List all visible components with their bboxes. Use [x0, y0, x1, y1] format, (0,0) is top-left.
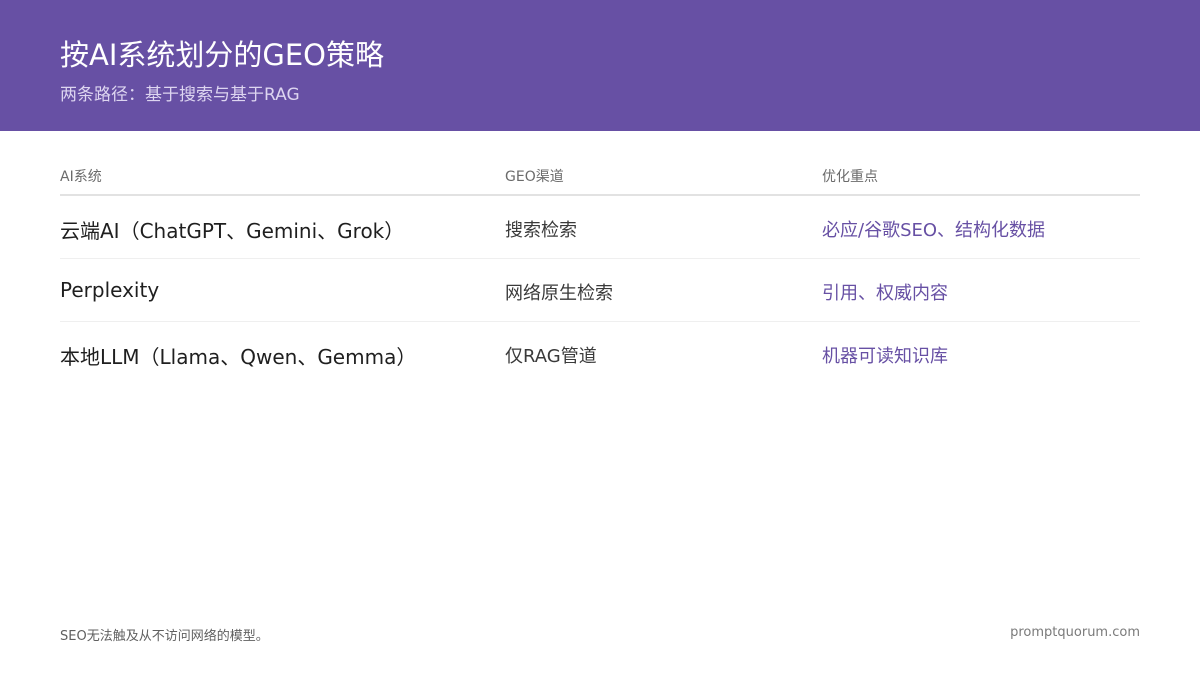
cell-geo-channel: 搜索检索 — [505, 220, 577, 241]
cell-ai-system: 云端AI（ChatGPT、Gemini、Grok） — [60, 219, 405, 243]
column-header-focus: 优化重点 — [822, 169, 878, 185]
cell-focus: 引用、权威内容 — [822, 283, 948, 304]
column-header-ai-system: AI系统 — [60, 169, 102, 185]
slide: 按AI系统划分的GEO策略 两条路径：基于搜索与基于RAG AI系统 GEO渠道… — [0, 0, 1200, 675]
cell-geo-channel: 仅RAG管道 — [505, 346, 597, 367]
cell-ai-system: 本地LLM（Llama、Qwen、Gemma） — [60, 345, 417, 369]
cell-ai-system: Perplexity — [60, 278, 160, 302]
cell-geo-channel: 网络原生检索 — [505, 283, 613, 304]
cell-focus: 必应/谷歌SEO、结构化数据 — [822, 220, 1046, 241]
footer-note: SEO无法触及从不访问网络的模型。 — [60, 629, 269, 644]
strategy-table: AI系统 GEO渠道 优化重点 云端AI（ChatGPT、Gemini、Grok… — [60, 158, 1140, 385]
page-subtitle: 两条路径：基于搜索与基于RAG — [60, 85, 300, 105]
table-row: Perplexity 网络原生检索 引用、权威内容 — [60, 259, 1140, 322]
header-banner: 按AI系统划分的GEO策略 两条路径：基于搜索与基于RAG — [0, 0, 1200, 131]
footer-brand: promptquorum.com — [1010, 625, 1140, 640]
table-header: AI系统 GEO渠道 优化重点 — [60, 158, 1140, 196]
column-header-geo-channel: GEO渠道 — [505, 169, 564, 185]
page-title: 按AI系统划分的GEO策略 — [60, 38, 385, 72]
table-row: 云端AI（ChatGPT、Gemini、Grok） 搜索检索 必应/谷歌SEO、… — [60, 196, 1140, 259]
cell-focus: 机器可读知识库 — [822, 346, 948, 367]
table-row: 本地LLM（Llama、Qwen、Gemma） 仅RAG管道 机器可读知识库 — [60, 322, 1140, 385]
